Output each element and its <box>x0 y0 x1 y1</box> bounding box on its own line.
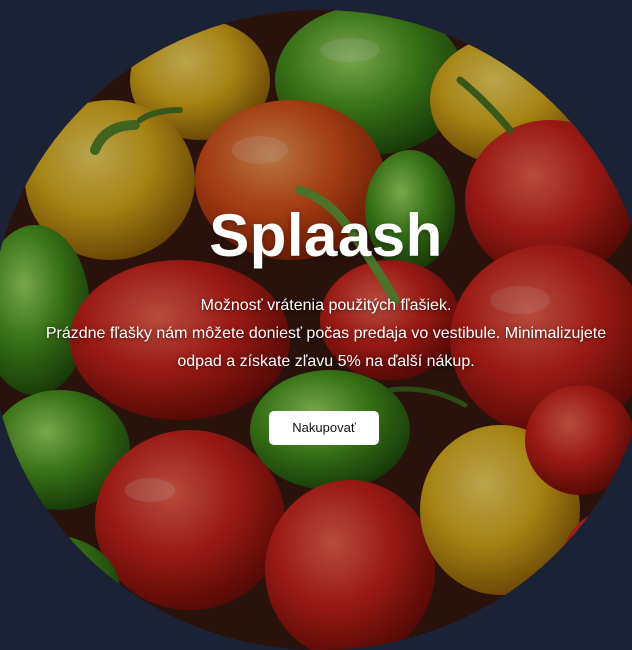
hero-description: Možnosť vrátenia použitých fľašiek. Práz… <box>10 292 632 376</box>
hero-description-line-2: Prázdne fľašky nám môžete doniesť počas … <box>45 325 607 342</box>
hero-title: Splaash <box>209 202 443 269</box>
hero-description-line-1: Možnosť vrátenia použitých fľašiek. <box>200 297 452 314</box>
hero-content: Splaash Možnosť vrátenia použitých fľaši… <box>10 0 632 616</box>
hero-description-line-3: odpad a získate zľavu 5% na ďalší nákup. <box>177 353 475 370</box>
shop-button[interactable]: Nakupovať <box>269 411 379 445</box>
